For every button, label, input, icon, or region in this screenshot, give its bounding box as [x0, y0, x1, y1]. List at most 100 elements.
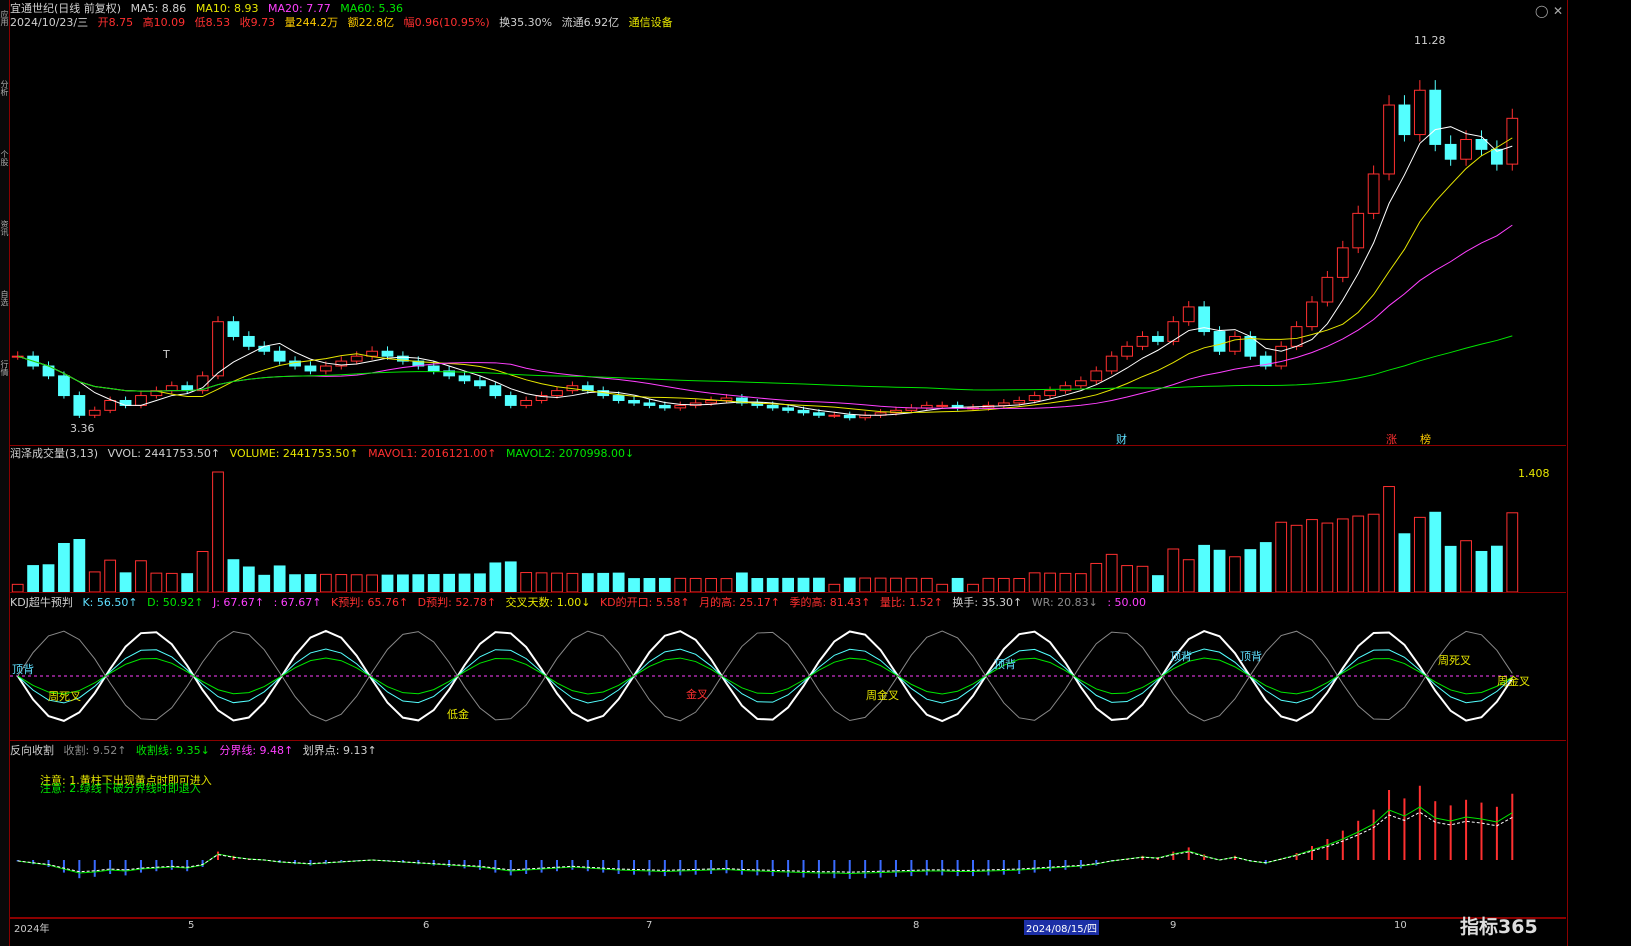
volume-bar-32 — [504, 561, 517, 592]
volume-bar-71 — [1105, 553, 1118, 592]
volume-max-label: 1.408 — [1518, 467, 1550, 480]
volume-chart[interactable] — [10, 462, 1566, 592]
volume-bar-37 — [581, 573, 594, 592]
volume-bar-65 — [1013, 578, 1026, 592]
volume-bar-62 — [967, 583, 979, 592]
volume-bar-81 — [1259, 542, 1272, 592]
candle-body-79 — [1229, 335, 1241, 352]
candle-body-92 — [1429, 89, 1442, 145]
reverse-chart[interactable] — [10, 760, 1566, 917]
volume-bar-73 — [1136, 565, 1149, 592]
volume-bar-5 — [88, 571, 101, 592]
cai-marker: 财 — [1116, 433, 1127, 446]
volume-bar-21 — [335, 574, 348, 592]
volume-bar-23 — [366, 574, 378, 592]
volume-bar-35 — [551, 572, 563, 592]
candle-body-3 — [58, 375, 70, 397]
date-oct: 10 — [1394, 920, 1407, 931]
kdj-label-dijin: 低金 — [447, 708, 469, 721]
volume-bar-67 — [1044, 572, 1056, 592]
volume-bar-76 — [1182, 559, 1195, 592]
candle-body-64 — [997, 402, 1010, 406]
candle-body-46 — [720, 397, 733, 401]
candle-body-74 — [1152, 335, 1164, 342]
candle-body-13 — [212, 321, 224, 377]
side-tab-1[interactable]: 应用 — [0, 10, 9, 26]
side-tab-5[interactable]: 自选 — [0, 290, 9, 306]
candle-body-93 — [1444, 143, 1457, 160]
candle-body-67 — [1044, 390, 1056, 397]
volume-bar-2 — [42, 564, 55, 592]
reverse-white-line — [17, 811, 1513, 873]
volume-bar-26 — [412, 574, 425, 592]
volume-bar-77 — [1198, 544, 1211, 592]
volume-bar-22 — [350, 574, 363, 592]
side-tab-4[interactable]: 资讯 — [0, 220, 9, 236]
candle-body-53 — [828, 414, 841, 417]
volume-bar-82 — [1275, 521, 1288, 592]
side-tab-2[interactable]: 分析 — [0, 80, 9, 96]
date-jun: 6 — [423, 920, 430, 931]
volume-bar-31 — [489, 562, 502, 592]
candle-body-90 — [1398, 104, 1411, 136]
volume-bar-14 — [227, 559, 240, 592]
candle-body-60 — [936, 404, 949, 407]
volume-bar-4 — [73, 539, 86, 592]
candle-body-6 — [104, 399, 117, 411]
date-aug: 8 — [913, 920, 920, 931]
volume-bar-96 — [1490, 545, 1503, 592]
candle-body-10 — [165, 385, 178, 392]
candle-body-89 — [1383, 104, 1395, 175]
volume-bar-39 — [612, 572, 625, 592]
date-cursor: 2024/08/15/四 — [1024, 920, 1100, 935]
volume-bar-78 — [1213, 549, 1226, 592]
candle-body-51 — [797, 409, 810, 414]
candlestick-chart[interactable] — [10, 30, 1566, 444]
volume-bar-55 — [859, 577, 872, 592]
volume-bar-15 — [242, 566, 255, 592]
candle-body-33 — [520, 399, 533, 406]
side-tab-6[interactable]: 行情 — [0, 360, 9, 376]
candle-body-66 — [1028, 395, 1041, 401]
kdj-label-jincha: 金叉 — [686, 688, 708, 701]
volume-bar-27 — [427, 574, 440, 592]
volume-bar-40 — [628, 578, 640, 592]
volume-bar-64 — [997, 577, 1010, 592]
left-side-tabs[interactable]: 应用 分析 个股 资讯 自选 行情 — [0, 0, 10, 946]
candle-body-69 — [1074, 380, 1087, 387]
bang-marker: 榜 — [1420, 433, 1431, 446]
zhang-marker: 涨 — [1386, 433, 1397, 446]
candle-body-94 — [1460, 139, 1472, 160]
volume-bar-10 — [165, 572, 178, 592]
candle-body-27 — [427, 365, 440, 372]
candle-body-45 — [705, 399, 717, 404]
date-axis[interactable]: 2024年 5 6 7 8 2024/08/15/四 9 10 — [10, 918, 1566, 935]
candle-body-30 — [474, 380, 486, 387]
kdj-label-dingbei-1: 顶背 — [12, 663, 34, 676]
volume-bar-18 — [289, 574, 301, 592]
volume-bar-8 — [135, 560, 147, 592]
volume-bar-50 — [782, 577, 795, 592]
volume-bar-95 — [1475, 550, 1488, 592]
candle-body-85 — [1321, 276, 1334, 303]
candle-body-70 — [1090, 370, 1103, 382]
volume-bar-88 — [1367, 513, 1380, 592]
volume-bar-91 — [1413, 516, 1426, 592]
volume-bar-48 — [751, 578, 764, 592]
candle-body-31 — [489, 385, 502, 397]
candle-body-19 — [304, 365, 317, 372]
volume-bar-59 — [920, 577, 933, 592]
candle-body-68 — [1059, 385, 1072, 392]
date-jul: 7 — [646, 920, 653, 931]
date-sep: 9 — [1170, 920, 1177, 931]
volume-bar-38 — [597, 572, 610, 592]
volume-bar-34 — [535, 572, 548, 592]
low-price-label: 3.36 — [70, 422, 95, 435]
kdj-label-zhoujincha-1: 周金叉 — [866, 689, 899, 702]
volume-bar-17 — [273, 565, 286, 592]
side-tab-3[interactable]: 个股 — [0, 150, 9, 166]
brand-logo: 指标365 — [1460, 916, 1538, 938]
kdj-label-zhousicha-2: 周死叉 — [1438, 654, 1471, 667]
volume-bar-41 — [643, 578, 656, 592]
kdj-chart[interactable] — [10, 612, 1566, 740]
